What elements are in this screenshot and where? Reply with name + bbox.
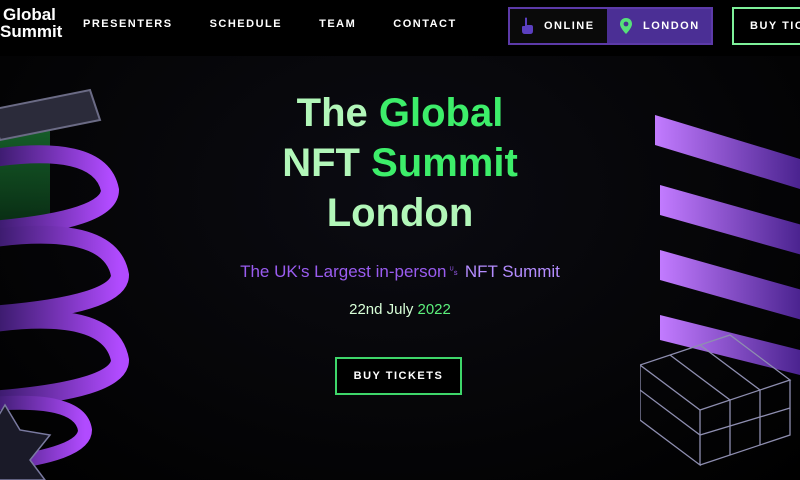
subtitle-glyph: ␟ [446, 262, 461, 281]
location-toggle: ONLINE LONDON [508, 7, 713, 45]
hero-buy-tickets-button[interactable]: BUY TICKETS [335, 357, 462, 395]
subtitle-end: NFT Summit [460, 262, 560, 281]
site-logo[interactable]: Global Summit [0, 6, 62, 40]
main-nav: PRESENTERS SCHEDULE TEAM CONTACT [83, 18, 457, 30]
event-date: 22nd July 2022 [0, 301, 800, 318]
header-buy-tickets-button[interactable]: BUY TIC [732, 7, 800, 45]
hero-title: The Global NFT Summit London [0, 88, 800, 238]
map-pin-icon [619, 17, 633, 35]
title-global: Global [378, 91, 504, 135]
title-nft: NFT [282, 141, 360, 185]
nav-contact[interactable]: CONTACT [393, 18, 456, 30]
logo-line-1: Global [3, 5, 56, 24]
date-day: 22nd July [349, 301, 414, 318]
hero-subtitle: The UK's Largest in-person␟ NFT Summit [0, 262, 800, 282]
logo-line-2: Summit [0, 22, 63, 41]
nav-team[interactable]: TEAM [319, 18, 356, 30]
hero-section: Global Summit PRESENTERS SCHEDULE TEAM C… [0, 0, 800, 480]
toggle-london-label: LONDON [643, 20, 700, 32]
toggle-online[interactable]: ONLINE [510, 9, 607, 43]
nav-presenters[interactable]: PRESENTERS [83, 18, 173, 30]
toggle-online-label: ONLINE [544, 20, 595, 32]
toggle-london[interactable]: LONDON [607, 9, 711, 43]
title-summit: Summit [371, 141, 518, 185]
date-year: 2022 [413, 301, 451, 318]
site-header: Global Summit PRESENTERS SCHEDULE TEAM C… [0, 0, 800, 56]
nav-schedule[interactable]: SCHEDULE [210, 18, 283, 30]
title-the: The [296, 91, 368, 135]
title-london: London [326, 191, 474, 235]
subtitle-main: The UK's Largest in-person [240, 262, 447, 281]
pointer-hand-icon [520, 17, 534, 35]
